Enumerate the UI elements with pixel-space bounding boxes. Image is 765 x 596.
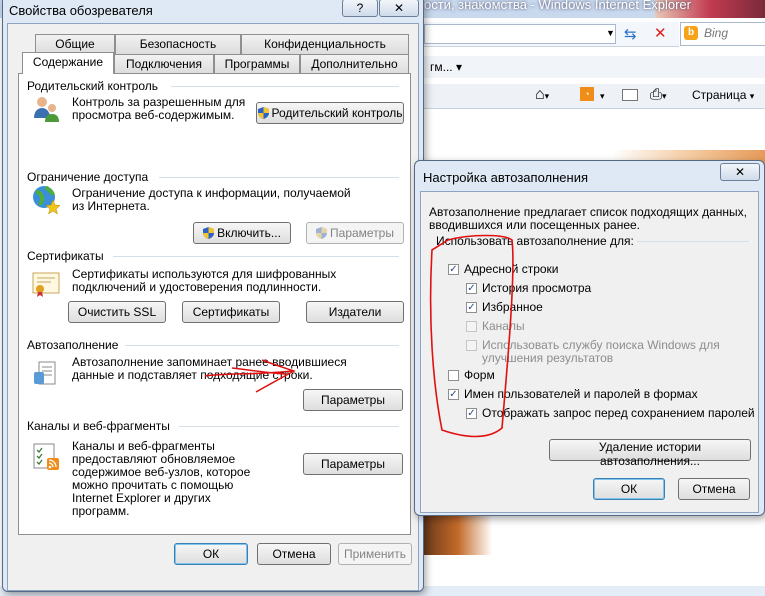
tab-content[interactable]: Содержание <box>22 52 114 74</box>
annotation-circle <box>429 234 514 438</box>
annotation-arrow <box>204 359 296 393</box>
annotation-layer <box>204 234 514 438</box>
